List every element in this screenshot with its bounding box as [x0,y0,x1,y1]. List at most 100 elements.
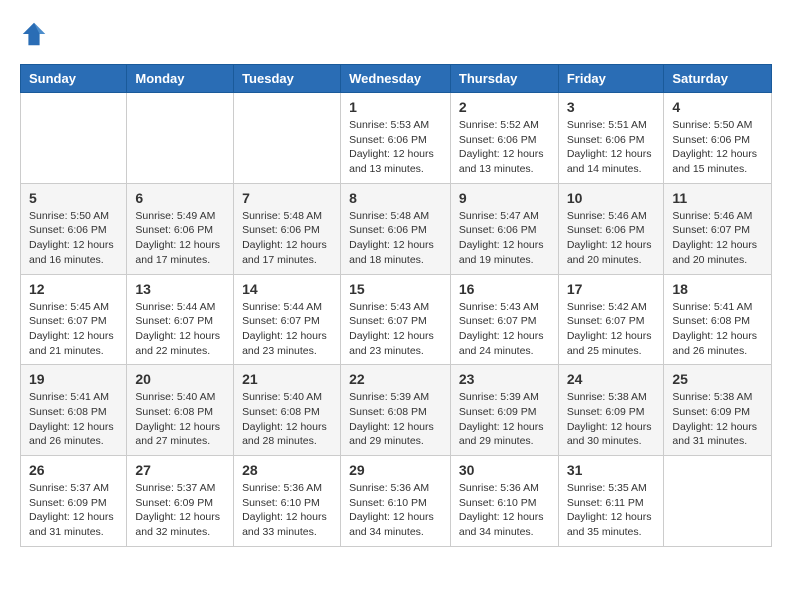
day-info: Sunrise: 5:42 AM Sunset: 6:07 PM Dayligh… [567,300,656,359]
day-number: 20 [135,371,225,387]
day-info: Sunrise: 5:37 AM Sunset: 6:09 PM Dayligh… [135,481,225,540]
weekday-header-thursday: Thursday [450,65,558,93]
day-info: Sunrise: 5:39 AM Sunset: 6:09 PM Dayligh… [459,390,550,449]
day-number: 15 [349,281,442,297]
day-info: Sunrise: 5:37 AM Sunset: 6:09 PM Dayligh… [29,481,118,540]
week-row-1: 1 Sunrise: 5:53 AM Sunset: 6:06 PM Daylig… [21,93,772,184]
logo-icon [20,20,48,48]
day-cell: 8 Sunrise: 5:48 AM Sunset: 6:06 PM Daylig… [341,183,451,274]
day-number: 14 [242,281,332,297]
day-info: Sunrise: 5:51 AM Sunset: 6:06 PM Dayligh… [567,118,656,177]
weekday-header-monday: Monday [127,65,234,93]
logo [20,20,52,48]
day-cell: 11Sunrise: 5:46 AM Sunset: 6:07 PM Dayli… [664,183,772,274]
day-number: 24 [567,371,656,387]
day-cell: 14Sunrise: 5:44 AM Sunset: 6:07 PM Dayli… [234,274,341,365]
day-cell: 23 Sunrise: 5:39 AM Sunset: 6:09 PM Dayli… [450,365,558,456]
day-cell: 7Sunrise: 5:48 AM Sunset: 6:06 PM Daylig… [234,183,341,274]
day-cell: 2 Sunrise: 5:52 AM Sunset: 6:06 PM Daylig… [450,93,558,184]
day-number: 9 [459,190,550,206]
day-number: 7 [242,190,332,206]
day-info: Sunrise: 5:38 AM Sunset: 6:09 PM Dayligh… [672,390,763,449]
day-number: 17 [567,281,656,297]
day-number: 6 [135,190,225,206]
week-row-5: 26 Sunrise: 5:37 AM Sunset: 6:09 PM Dayli… [21,456,772,547]
day-cell: 17 Sunrise: 5:42 AM Sunset: 6:07 PM Dayli… [558,274,664,365]
day-number: 13 [135,281,225,297]
day-info: Sunrise: 5:38 AM Sunset: 6:09 PM Dayligh… [567,390,656,449]
day-info: Sunrise: 5:50 AM Sunset: 6:06 PM Dayligh… [29,209,118,268]
day-info: Sunrise: 5:45 AM Sunset: 6:07 PM Dayligh… [29,300,118,359]
day-cell: 3Sunrise: 5:51 AM Sunset: 6:06 PM Daylig… [558,93,664,184]
day-cell: 5 Sunrise: 5:50 AM Sunset: 6:06 PM Daylig… [21,183,127,274]
week-row-2: 5 Sunrise: 5:50 AM Sunset: 6:06 PM Daylig… [21,183,772,274]
day-cell [234,93,341,184]
day-cell [127,93,234,184]
day-info: Sunrise: 5:48 AM Sunset: 6:06 PM Dayligh… [349,209,442,268]
day-info: Sunrise: 5:52 AM Sunset: 6:06 PM Dayligh… [459,118,550,177]
day-number: 26 [29,462,118,478]
day-number: 29 [349,462,442,478]
day-cell: 6Sunrise: 5:49 AM Sunset: 6:06 PM Daylig… [127,183,234,274]
day-cell: 10 Sunrise: 5:46 AM Sunset: 6:06 PM Dayli… [558,183,664,274]
day-info: Sunrise: 5:36 AM Sunset: 6:10 PM Dayligh… [242,481,332,540]
calendar-table: SundayMondayTuesdayWednesdayThursdayFrid… [20,64,772,547]
weekday-header-row: SundayMondayTuesdayWednesdayThursdayFrid… [21,65,772,93]
weekday-header-wednesday: Wednesday [341,65,451,93]
day-info: Sunrise: 5:44 AM Sunset: 6:07 PM Dayligh… [135,300,225,359]
day-cell: 1 Sunrise: 5:53 AM Sunset: 6:06 PM Daylig… [341,93,451,184]
day-info: Sunrise: 5:47 AM Sunset: 6:06 PM Dayligh… [459,209,550,268]
day-number: 19 [29,371,118,387]
day-info: Sunrise: 5:43 AM Sunset: 6:07 PM Dayligh… [459,300,550,359]
header [20,20,772,48]
day-cell: 24 Sunrise: 5:38 AM Sunset: 6:09 PM Dayli… [558,365,664,456]
weekday-header-sunday: Sunday [21,65,127,93]
day-cell: 21 Sunrise: 5:40 AM Sunset: 6:08 PM Dayli… [234,365,341,456]
day-number: 18 [672,281,763,297]
day-cell: 27 Sunrise: 5:37 AM Sunset: 6:09 PM Dayli… [127,456,234,547]
day-cell: 16Sunrise: 5:43 AM Sunset: 6:07 PM Dayli… [450,274,558,365]
day-cell: 15 Sunrise: 5:43 AM Sunset: 6:07 PM Dayli… [341,274,451,365]
day-number: 8 [349,190,442,206]
day-cell: 19Sunrise: 5:41 AM Sunset: 6:08 PM Dayli… [21,365,127,456]
weekday-header-tuesday: Tuesday [234,65,341,93]
day-info: Sunrise: 5:36 AM Sunset: 6:10 PM Dayligh… [349,481,442,540]
day-info: Sunrise: 5:53 AM Sunset: 6:06 PM Dayligh… [349,118,442,177]
weekday-header-saturday: Saturday [664,65,772,93]
day-number: 27 [135,462,225,478]
day-number: 21 [242,371,332,387]
day-cell: 22 Sunrise: 5:39 AM Sunset: 6:08 PM Dayli… [341,365,451,456]
day-cell [21,93,127,184]
day-number: 4 [672,99,763,115]
day-info: Sunrise: 5:39 AM Sunset: 6:08 PM Dayligh… [349,390,442,449]
day-number: 31 [567,462,656,478]
day-number: 11 [672,190,763,206]
day-cell: 4 Sunrise: 5:50 AM Sunset: 6:06 PM Daylig… [664,93,772,184]
day-info: Sunrise: 5:50 AM Sunset: 6:06 PM Dayligh… [672,118,763,177]
day-number: 2 [459,99,550,115]
day-cell: 20 Sunrise: 5:40 AM Sunset: 6:08 PM Dayli… [127,365,234,456]
day-number: 1 [349,99,442,115]
day-info: Sunrise: 5:46 AM Sunset: 6:06 PM Dayligh… [567,209,656,268]
day-number: 12 [29,281,118,297]
day-info: Sunrise: 5:35 AM Sunset: 6:11 PM Dayligh… [567,481,656,540]
day-info: Sunrise: 5:40 AM Sunset: 6:08 PM Dayligh… [135,390,225,449]
day-info: Sunrise: 5:41 AM Sunset: 6:08 PM Dayligh… [672,300,763,359]
page: SundayMondayTuesdayWednesdayThursdayFrid… [0,0,792,567]
day-cell: 9 Sunrise: 5:47 AM Sunset: 6:06 PM Daylig… [450,183,558,274]
day-number: 5 [29,190,118,206]
week-row-4: 19Sunrise: 5:41 AM Sunset: 6:08 PM Dayli… [21,365,772,456]
day-info: Sunrise: 5:43 AM Sunset: 6:07 PM Dayligh… [349,300,442,359]
day-info: Sunrise: 5:40 AM Sunset: 6:08 PM Dayligh… [242,390,332,449]
day-number: 22 [349,371,442,387]
day-info: Sunrise: 5:36 AM Sunset: 6:10 PM Dayligh… [459,481,550,540]
day-number: 25 [672,371,763,387]
day-cell: 13 Sunrise: 5:44 AM Sunset: 6:07 PM Dayli… [127,274,234,365]
day-cell: 26 Sunrise: 5:37 AM Sunset: 6:09 PM Dayli… [21,456,127,547]
day-cell: 18 Sunrise: 5:41 AM Sunset: 6:08 PM Dayli… [664,274,772,365]
day-cell: 29 Sunrise: 5:36 AM Sunset: 6:10 PM Dayli… [341,456,451,547]
day-number: 23 [459,371,550,387]
day-number: 10 [567,190,656,206]
week-row-3: 12 Sunrise: 5:45 AM Sunset: 6:07 PM Dayli… [21,274,772,365]
weekday-header-friday: Friday [558,65,664,93]
